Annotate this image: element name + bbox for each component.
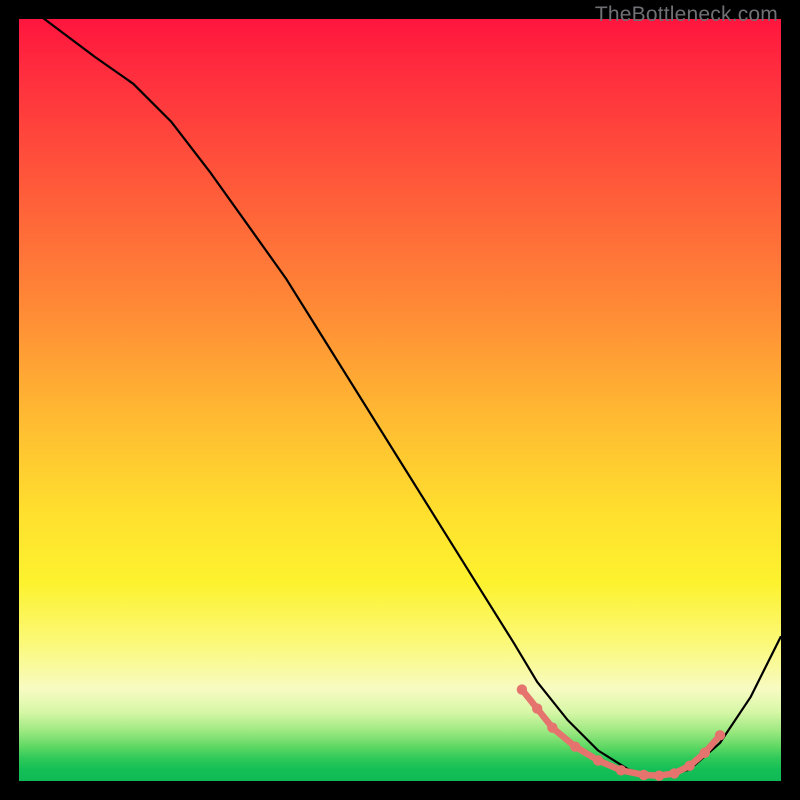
highlight-dot xyxy=(684,761,694,771)
highlight-dots xyxy=(517,684,726,781)
chart-plot-area xyxy=(19,19,781,781)
highlight-dot xyxy=(639,770,649,780)
highlight-dot xyxy=(570,742,580,752)
highlight-dot xyxy=(616,765,626,775)
highlight-dot xyxy=(715,730,725,740)
bottleneck-curve xyxy=(34,11,781,777)
highlight-dot xyxy=(547,723,557,733)
chart-svg xyxy=(19,19,781,781)
highlight-dot xyxy=(517,684,527,694)
highlight-dot xyxy=(700,748,710,758)
chart-frame: TheBottleneck.com xyxy=(0,0,800,800)
highlight-dot xyxy=(532,703,542,713)
watermark-text: TheBottleneck.com xyxy=(595,3,778,27)
highlight-dot xyxy=(654,771,664,781)
highlight-dot xyxy=(593,755,603,765)
highlight-dot xyxy=(669,768,679,778)
